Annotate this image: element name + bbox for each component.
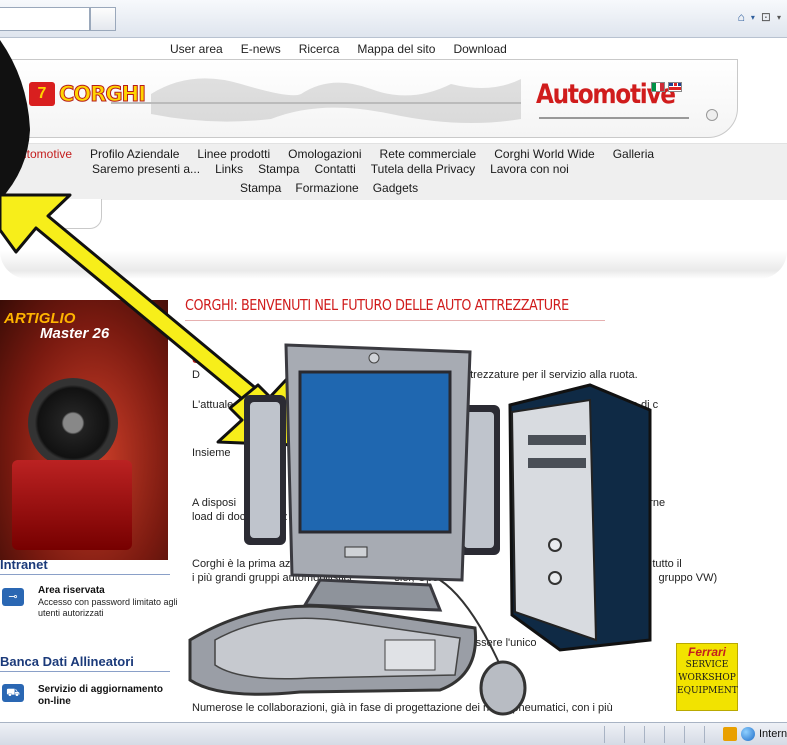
status-cell <box>664 726 665 743</box>
menu-item-omologazioni[interactable]: Omologazioni <box>288 147 361 161</box>
menu-item-automotive[interactable]: Automotive <box>12 147 72 161</box>
globe-icon <box>741 727 755 741</box>
browser-status-bar: Interne <box>0 722 787 745</box>
ferrari-line-4: EQUIPMENT <box>677 686 738 696</box>
ferrari-logo-text: Ferrari <box>687 645 727 659</box>
zone-settings-icon <box>723 727 737 741</box>
product-photo[interactable]: ARTIGLIO Master 26 <box>0 300 168 560</box>
ferrari-badge[interactable]: Ferrari SERVICE WORKSHOP EQUIPMENT <box>676 643 738 711</box>
zone-label: Interne <box>759 728 787 740</box>
language-flags <box>651 82 682 92</box>
submenu-item-gadgets[interactable]: Gadgets <box>373 181 418 195</box>
dropdown-arrow-icon[interactable]: ▾ <box>751 13 755 22</box>
menu-item-worldwide[interactable]: Corghi World Wide <box>494 147 594 161</box>
corghi-logo-mark: 7 <box>29 82 55 106</box>
status-cell <box>684 726 685 743</box>
content-title: CORGHI: BENVENUTI NEL FUTURO DELLE AUTO … <box>185 296 569 314</box>
content-subhead: Un <box>192 354 207 366</box>
paragraph-7: Numerose le collaborazioni, già in fase … <box>192 702 613 714</box>
address-bar[interactable] <box>0 7 90 31</box>
banca-dati-link[interactable]: Servizio di aggiornamento on-line <box>38 684 178 708</box>
area-riservata-desc: Accesso con password limitato agli utent… <box>38 597 178 618</box>
feeds-icon[interactable]: ⊡ <box>761 10 771 24</box>
intranet-title: Intranet <box>0 557 48 572</box>
divider <box>0 671 170 672</box>
menu-item-stampa[interactable]: Stampa <box>258 162 299 176</box>
product-model: Master 26 <box>40 325 110 342</box>
topnav-mappa[interactable]: Mappa del sito <box>357 42 435 56</box>
address-go-button[interactable] <box>90 7 116 31</box>
title-underline <box>185 320 605 321</box>
web-page: User area E-news Ricerca Mappa del sito … <box>0 39 787 722</box>
status-cell <box>604 726 605 743</box>
ferrari-line-2: SERVICE <box>685 660 729 670</box>
content-separator <box>0 251 787 279</box>
topnav-download[interactable]: Download <box>453 42 506 56</box>
browser-toolbar: ⌂ ▾ ⊡ ▾ <box>0 0 787 38</box>
top-navigation: User area E-news Ricerca Mappa del sito … <box>170 42 507 56</box>
menu-item-lavora[interactable]: Lavora con noi <box>490 162 569 176</box>
status-cell <box>644 726 645 743</box>
menu-item-saremo[interactable]: Saremo presenti a... <box>92 162 200 176</box>
menu-item-links[interactable]: Links <box>215 162 243 176</box>
tire-image <box>28 378 118 468</box>
paragraph-4: A disposi otetta del sito interne load d… <box>192 497 666 523</box>
menu-row-1: Automotive Profilo Aziendale Linee prodo… <box>12 147 654 161</box>
topnav-enews[interactable]: E-news <box>241 42 281 56</box>
car-icon[interactable]: ⛟ <box>2 684 24 702</box>
menu-item-linee[interactable]: Linee prodotti <box>197 147 270 161</box>
divider <box>0 574 170 575</box>
menu-row-2: Saremo presenti a... Links Stampa Contat… <box>92 162 569 176</box>
menu-item-privacy[interactable]: Tutela della Privacy <box>371 162 475 176</box>
machine-base-image <box>12 460 132 550</box>
header-divider <box>111 102 521 104</box>
banca-dati-title: Banca Dati Allineatori <box>0 654 134 669</box>
key-icon[interactable]: ⊸ <box>2 588 24 606</box>
dropdown-arrow-icon[interactable]: ▾ <box>777 13 781 22</box>
section-tab[interactable]: otive <box>0 199 102 229</box>
status-cell <box>624 726 625 743</box>
italian-flag-icon[interactable] <box>651 82 665 92</box>
topnav-user-area[interactable]: User area <box>170 42 223 56</box>
site-header: 7 CORGHI Automotive <box>0 59 738 138</box>
security-zone[interactable]: Interne <box>723 727 787 741</box>
paragraph-6: e fiera soprattutto di essere l'unico us… <box>192 637 714 663</box>
section-tab-label: otive <box>11 204 51 223</box>
header-divider <box>539 117 689 119</box>
submenu-row: Stampa Formazione Gadgets <box>240 181 418 195</box>
menu-item-rete[interactable]: Rete commerciale <box>380 147 477 161</box>
menu-item-profilo[interactable]: Profilo Aziendale <box>90 147 179 161</box>
menu-item-galleria[interactable]: Galleria <box>613 147 654 161</box>
status-cell <box>704 726 705 743</box>
area-riservata-link[interactable]: Area riservata <box>38 585 105 596</box>
ferrari-line-3: WORKSHOP <box>678 673 736 683</box>
menu-item-contatti[interactable]: Contatti <box>314 162 355 176</box>
toolbar-icons: ⌂ ▾ ⊡ ▾ <box>738 10 781 24</box>
home-icon[interactable]: ⌂ <box>738 10 745 24</box>
paragraph-3: Insieme auto attrezzat <box>192 447 628 459</box>
paragraph-5: Corghi è la prima azien ed è omologata i… <box>192 558 718 584</box>
submenu-item-formazione[interactable]: Formazione <box>295 181 358 195</box>
world-map-background <box>151 78 521 123</box>
uk-flag-icon[interactable] <box>668 82 682 92</box>
paragraph-1: D iale di attrezzature per il servizio a… <box>192 369 638 381</box>
paragraph-2: L'attuale ci sollevatori, linee di c <box>192 399 659 411</box>
topnav-ricerca[interactable]: Ricerca <box>299 42 340 56</box>
knob-icon <box>706 109 718 121</box>
submenu-item-stampa[interactable]: Stampa <box>240 181 281 195</box>
main-menu: Automotive Profilo Aziendale Linee prodo… <box>0 143 787 200</box>
